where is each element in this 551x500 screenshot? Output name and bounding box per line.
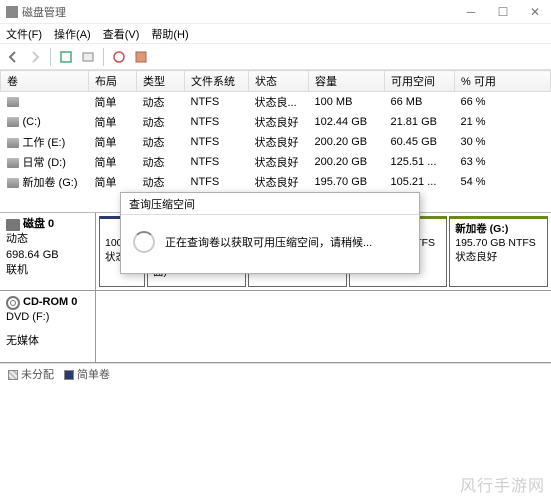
legend-simple: 简单卷 [77,369,110,381]
close-button[interactable]: ✕ [519,1,551,23]
help-button[interactable] [110,48,128,66]
table-row[interactable]: (C:)简单动态NTFS状态良好102.44 GB21.81 GB21 % [1,112,551,132]
window-title: 磁盘管理 [22,4,66,20]
col-type[interactable]: 类型 [137,71,185,92]
col-filesystem[interactable]: 文件系统 [185,71,249,92]
col-volume[interactable]: 卷 [1,71,89,92]
refresh-button[interactable] [57,48,75,66]
table-row[interactable]: 新加卷 (G:)简单动态NTFS状态良好195.70 GB105.21 ...5… [1,172,551,192]
cdrom-icon [6,296,20,310]
col-layout[interactable]: 布局 [89,71,137,92]
back-button[interactable] [4,48,22,66]
save-button[interactable] [132,48,150,66]
menu-help[interactable]: 帮助(H) [151,26,188,42]
menu-action[interactable]: 操作(A) [54,26,91,42]
legend: 未分配 简单卷 [0,363,551,383]
volume-list[interactable]: 卷 布局 类型 文件系统 状态 容量 可用空间 % 可用 简单动态NTFS状态良… [0,70,551,192]
table-row[interactable]: 简单动态NTFS状态良...100 MB66 MB66 % [1,92,551,113]
cdrom-status: 无媒体 [6,334,89,349]
col-status[interactable]: 状态 [249,71,309,92]
spinner-icon [133,231,155,253]
dialog-title: 查询压缩空间 [121,193,419,215]
legend-unalloc: 未分配 [21,369,54,381]
dialog-message: 正在查询卷以获取可用压缩空间，请稍候... [165,234,372,250]
drive-icon [7,158,19,168]
forward-button[interactable] [26,48,44,66]
shrink-query-dialog: 查询压缩空间 正在查询卷以获取可用压缩空间，请稍候... [120,192,420,274]
watermark: 风行手游网 [460,472,545,496]
maximize-button[interactable]: ☐ [487,1,519,23]
disk-type: 动态 [6,232,89,247]
drive-icon [7,117,19,127]
minimize-button[interactable]: ─ [455,1,487,23]
table-row[interactable]: 工作 (E:)简单动态NTFS状态良好200.20 GB60.45 GB30 % [1,132,551,152]
legend-simple-swatch [64,370,74,380]
disk-icon [6,219,20,231]
menubar: 文件(F) 操作(A) 查看(V) 帮助(H) [0,24,551,44]
disk-info: 磁盘 0 动态 698.64 GB 联机 [0,213,96,290]
disk-status: 联机 [6,263,89,278]
legend-unalloc-swatch [8,370,18,380]
cdrom-row[interactable]: CD-ROM 0 DVD (F:) 无媒体 [0,291,551,363]
drive-icon [7,178,19,188]
titlebar: 磁盘管理 ─ ☐ ✕ [0,0,551,24]
app-icon [6,6,18,18]
properties-button[interactable] [79,48,97,66]
disk-title: 磁盘 0 [23,217,54,232]
menu-view[interactable]: 查看(V) [103,26,140,42]
col-free[interactable]: 可用空间 [385,71,455,92]
table-row[interactable]: 日常 (D:)简单动态NTFS状态良好200.20 GB125.51 ...63… [1,152,551,172]
toolbar [0,44,551,70]
menu-file[interactable]: 文件(F) [6,26,42,42]
col-pctfree[interactable]: % 可用 [455,71,551,92]
cdrom-info: CD-ROM 0 DVD (F:) 无媒体 [0,291,96,362]
drive-icon [7,138,19,148]
cdrom-title: CD-ROM 0 [23,295,77,310]
col-capacity[interactable]: 容量 [309,71,385,92]
drive-icon [7,97,19,107]
volume-box[interactable]: 新加卷 (G:)195.70 GB NTFS状态良好 [449,216,548,287]
cdrom-drive: DVD (F:) [6,310,89,325]
disk-size: 698.64 GB [6,248,89,263]
